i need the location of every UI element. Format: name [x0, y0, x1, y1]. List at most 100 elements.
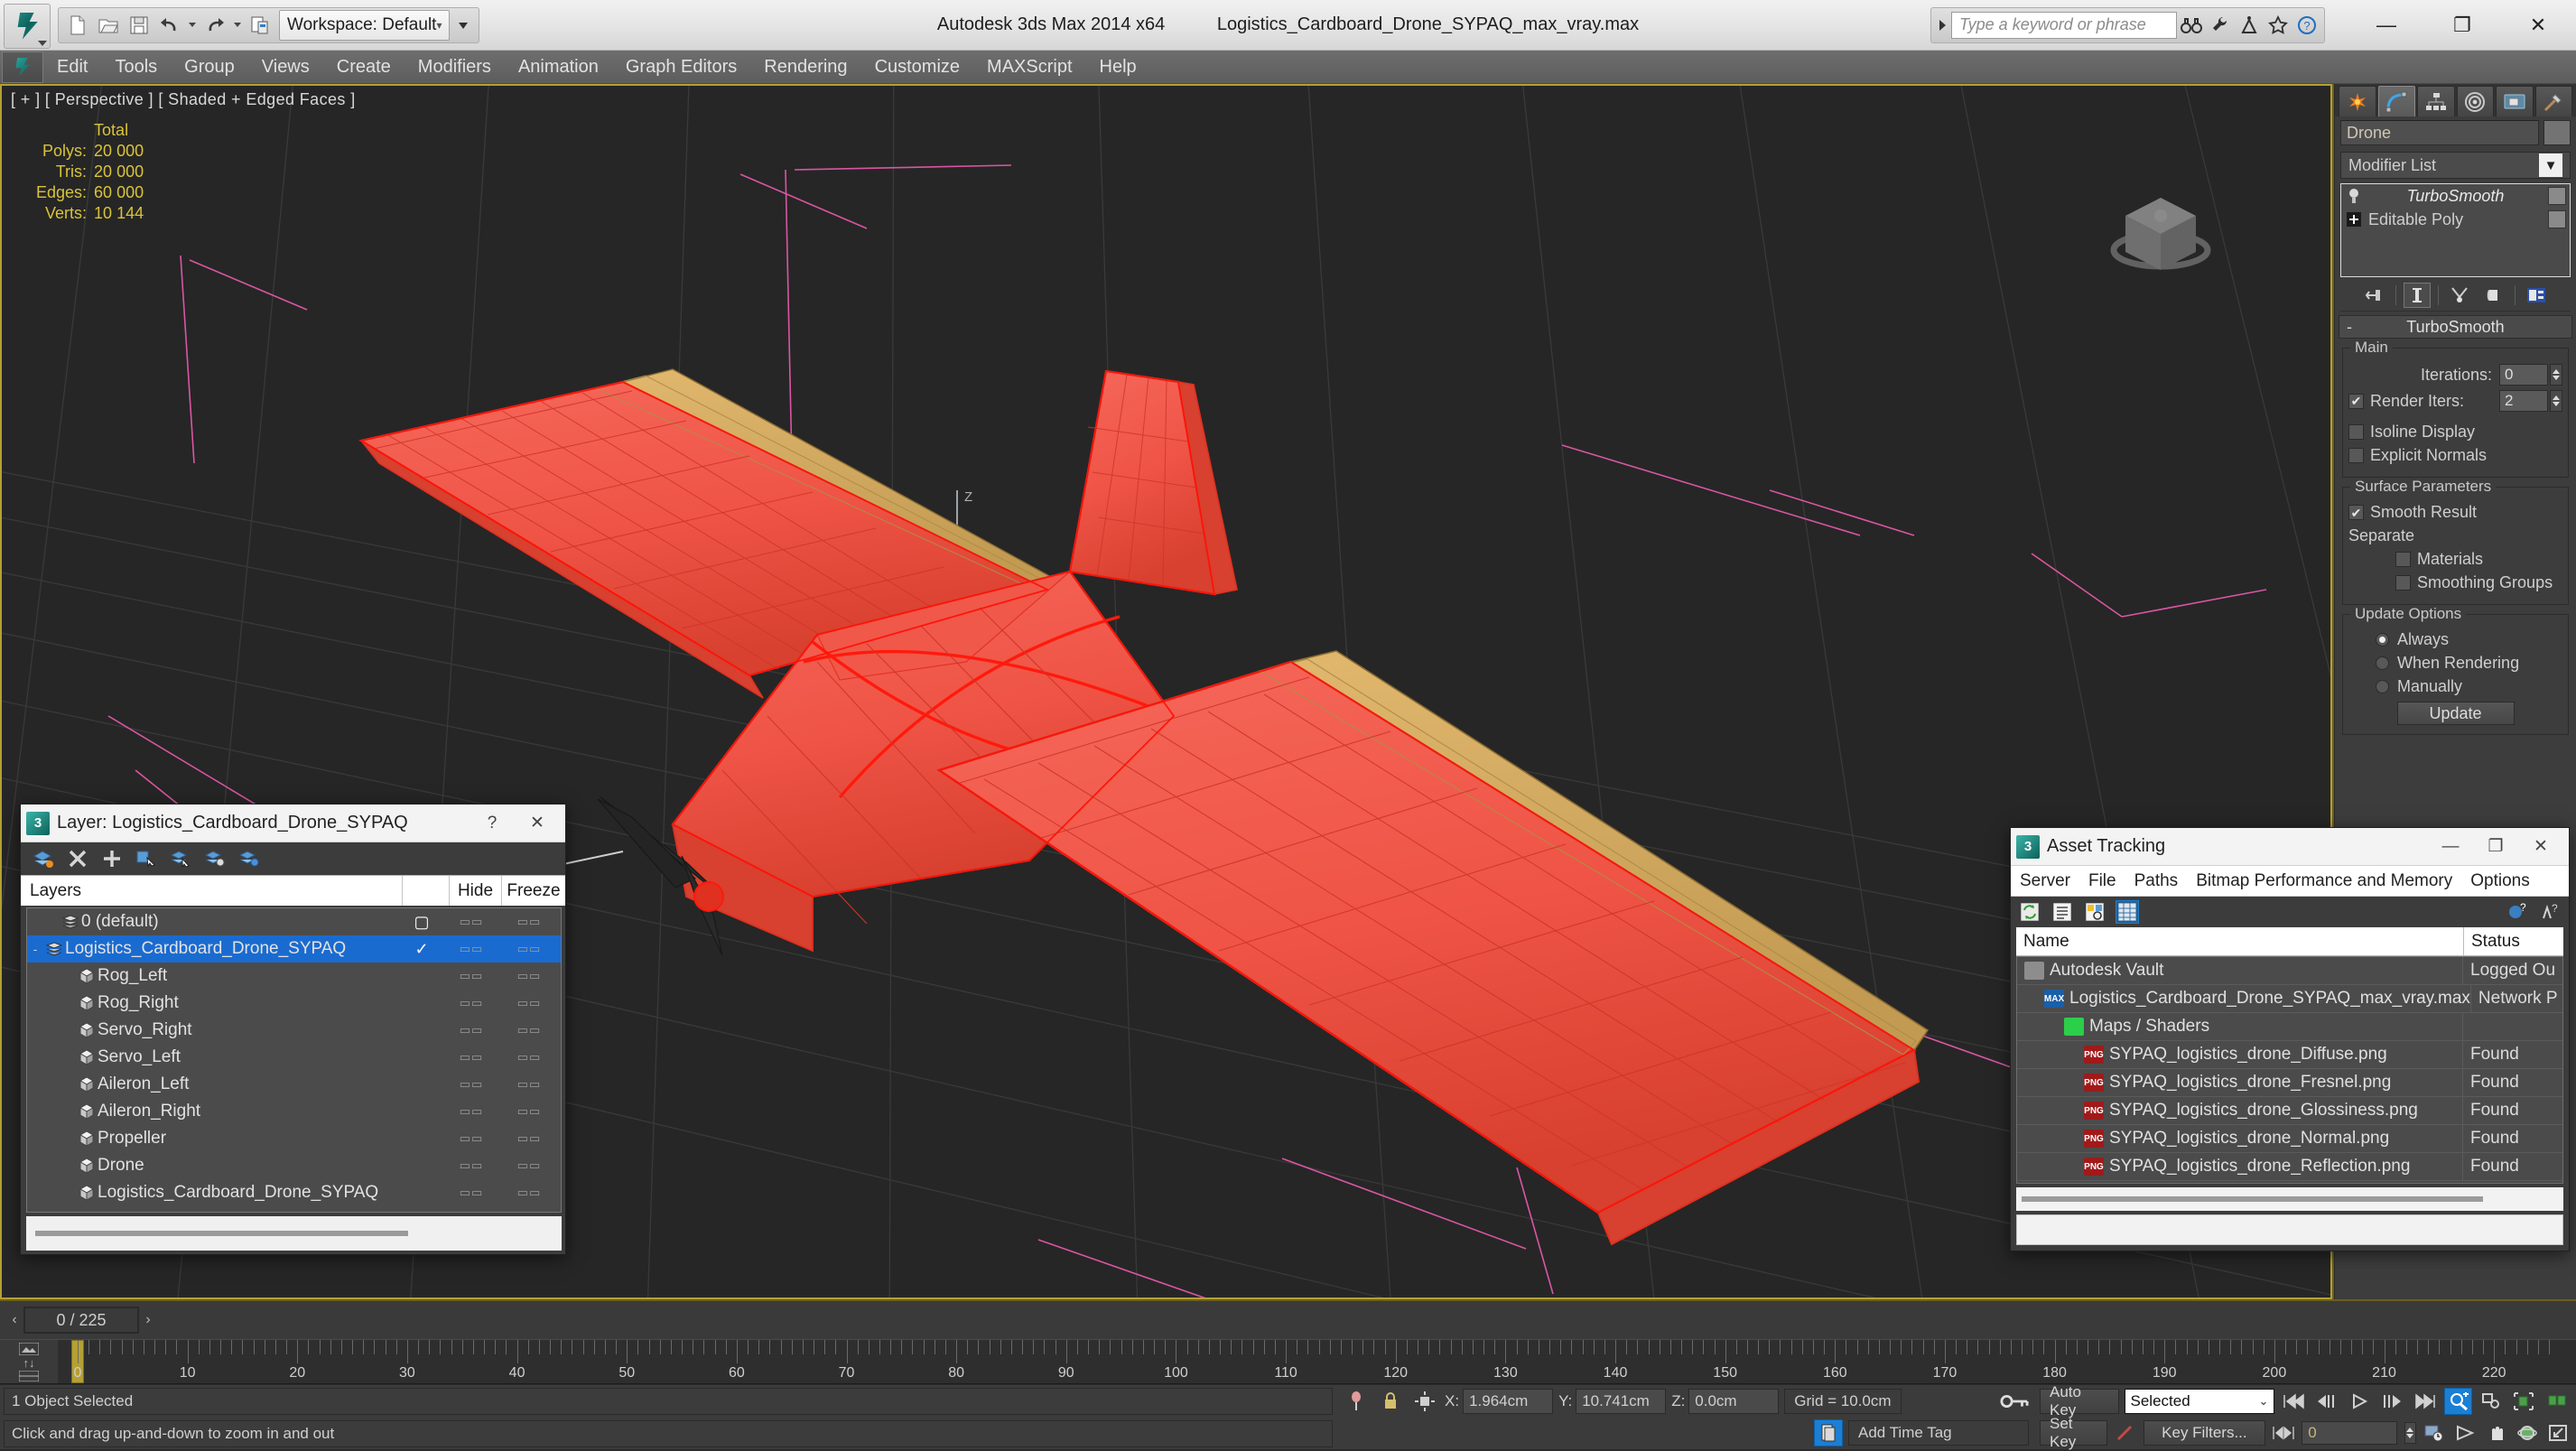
layer-row[interactable]: Rog_Right ▭▭ ▭▭ — [27, 990, 561, 1017]
make-unique-icon[interactable] — [2446, 283, 2473, 308]
asset-menu-bitmap-performance[interactable]: Bitmap Performance and Memory — [2187, 871, 2461, 891]
maximize-viewport-icon[interactable] — [2545, 1419, 2571, 1446]
next-frame-arrow[interactable]: › — [139, 1307, 157, 1334]
layer-row[interactable]: Servo_Left ▭▭ ▭▭ — [27, 1044, 561, 1071]
go-to-end-icon[interactable] — [2412, 1388, 2439, 1415]
play-icon[interactable] — [2346, 1388, 2373, 1415]
layer-list[interactable]: 0 (default) ▢ ▭▭ ▭▭ - Logistics_Cardboard_Dro… — [26, 907, 562, 1213]
layer-row[interactable]: Rog_Left ▭▭ ▭▭ — [27, 963, 561, 990]
freeze-cell[interactable]: ▭▭ — [498, 1131, 561, 1146]
zoom-extents-icon[interactable] — [2510, 1388, 2537, 1415]
layer-dialog-titlebar[interactable]: 3 Layer: Logistics_Cardboard_Drone_SYPAQ… — [21, 805, 565, 842]
hide-cell[interactable]: ▭▭ — [445, 1158, 498, 1173]
hide-toggle-box[interactable]: ▢ — [398, 913, 445, 932]
expand-left-icon[interactable] — [1939, 19, 1946, 31]
key-mode-selector[interactable]: Selected ⌄ — [2124, 1388, 2275, 1414]
menu-app-logo[interactable] — [2, 51, 43, 83]
menu-item-edit[interactable]: Edit — [43, 51, 101, 83]
freeze-cell[interactable]: ▭▭ — [498, 942, 561, 956]
help-icon[interactable]: ? — [2292, 11, 2321, 40]
when-rendering-radio[interactable] — [2376, 656, 2389, 670]
pin-stack-icon[interactable] — [2361, 283, 2388, 308]
smooth-result-checkbox[interactable] — [2348, 505, 2364, 520]
asset-row[interactable]: PNG SYPAQ_logistics_drone_Normal.png Found — [2017, 1125, 2562, 1153]
list-view-icon[interactable] — [2051, 900, 2074, 924]
update-option-manually[interactable]: Manually — [2348, 677, 2562, 696]
minimize-button[interactable]: — — [2348, 1, 2424, 50]
asset-minimize-button[interactable]: — — [2428, 829, 2473, 865]
save-file-icon[interactable] — [124, 10, 154, 41]
asset-row[interactable]: MAX Logistics_Cardboard_Drone_SYPAQ_max_v… — [2017, 985, 2562, 1013]
create-tab[interactable] — [2339, 86, 2376, 116]
key-mode-icon[interactable] — [2000, 1388, 2029, 1415]
manually-radio[interactable] — [2376, 680, 2389, 693]
hide-cell[interactable]: ▭▭ — [445, 1023, 498, 1037]
layer-help-button[interactable]: ? — [470, 805, 515, 842]
asset-row[interactable]: PNG SYPAQ_logistics_drone_Diffuse.png Foun… — [2017, 1041, 2562, 1069]
create-new-layer-icon[interactable] — [32, 847, 55, 870]
layer-row[interactable]: - Logistics_Cardboard_Drone_SYPAQ ✓ ▭▭ ▭▭ — [27, 935, 561, 963]
hide-cell[interactable]: ▭▭ — [445, 942, 498, 956]
asset-row[interactable]: PNG SYPAQ_logistics_drone_Glossiness.png F… — [2017, 1097, 2562, 1125]
asset-menu-file[interactable]: File — [2079, 871, 2125, 891]
menu-item-tools[interactable]: Tools — [101, 51, 171, 83]
time-slider-handle[interactable]: 0 / 225 — [23, 1307, 139, 1334]
menu-item-maxscript[interactable]: MAXScript — [973, 51, 1085, 83]
layer-row[interactable]: Logistics_Cardboard_Drone_SYPAQ ▭▭ ▭▭ — [27, 1179, 561, 1206]
utilities-tab[interactable] — [2534, 86, 2572, 116]
materials-checkbox[interactable] — [2395, 552, 2411, 567]
view-cube[interactable] — [2102, 183, 2219, 292]
expand-plus-icon[interactable] — [2345, 210, 2363, 228]
select-objects-in-layer-icon[interactable] — [135, 847, 158, 870]
menu-item-views[interactable]: Views — [248, 51, 323, 83]
time-configuration-icon[interactable] — [2422, 1419, 2447, 1446]
open-file-icon[interactable] — [93, 10, 124, 41]
freeze-cell[interactable]: ▭▭ — [498, 1104, 561, 1119]
timeline-ruler[interactable]: 0 10 20 30 40 50 60 70 80 90 100 110 120 130 140 150 160… — [58, 1340, 2576, 1383]
refresh-icon[interactable] — [2018, 900, 2041, 924]
viewport-label[interactable]: [ + ] [ Perspective ] [ Shaded + Edged F… — [11, 90, 356, 109]
hide-cell[interactable]: ▭▭ — [445, 915, 498, 929]
freeze-cell[interactable]: ▭▭ — [498, 996, 561, 1010]
update-option-when-rendering[interactable]: When Rendering — [2348, 654, 2562, 673]
auto-key-button[interactable]: Auto Key — [2040, 1383, 2119, 1418]
asset-row[interactable]: Autodesk Vault Logged Ou — [2017, 957, 2562, 985]
asset-tracking-dialog[interactable]: 3 Asset Tracking — ❐ ✕ Server File Paths… — [2010, 827, 2570, 1251]
key-navigation-icon[interactable] — [2271, 1419, 2296, 1446]
set-key-button[interactable]: Set Key — [2040, 1415, 2107, 1450]
menu-item-group[interactable]: Group — [171, 51, 248, 83]
binoculars-icon[interactable] — [2177, 11, 2206, 40]
smooth-result-row[interactable]: Smooth Result — [2348, 503, 2562, 522]
layer-row[interactable]: 0 (default) ▢ ▭▭ ▭▭ — [27, 908, 561, 935]
detail-view-icon[interactable] — [2083, 900, 2106, 924]
explicit-normals-row[interactable]: Explicit Normals — [2348, 446, 2562, 465]
prev-frame-arrow[interactable]: ‹ — [5, 1307, 23, 1334]
modifier-enable-checkbox[interactable] — [2548, 187, 2566, 205]
asset-list[interactable]: Autodesk Vault Logged Ou MAX Logistics_Card… — [2016, 956, 2563, 1184]
pan-icon[interactable] — [2483, 1419, 2508, 1446]
search-input[interactable]: Type a keyword or phrase — [1951, 11, 2177, 39]
freeze-cell[interactable]: ▭▭ — [498, 1158, 561, 1173]
hide-cell[interactable]: ▭▭ — [445, 969, 498, 983]
menu-item-animation[interactable]: Animation — [505, 51, 612, 83]
object-color-swatch[interactable] — [2543, 120, 2571, 145]
menu-item-rendering[interactable]: Rendering — [750, 51, 860, 83]
freeze-cell[interactable]: ▭▭ — [498, 915, 561, 929]
materials-row[interactable]: Materials — [2348, 550, 2562, 569]
modifier-stack-item-turbosmooth[interactable]: TurboSmooth — [2341, 184, 2570, 208]
delete-layer-icon[interactable] — [66, 847, 89, 870]
layer-row[interactable]: Aileron_Left ▭▭ ▭▭ — [27, 1071, 561, 1098]
layer-close-button[interactable]: ✕ — [515, 805, 560, 842]
query-help-icon[interactable]: ? — [2538, 900, 2562, 924]
add-time-tag-button[interactable]: Add Time Tag — [1848, 1420, 2029, 1446]
expand-toggle[interactable]: - — [27, 943, 43, 956]
maximize-button[interactable]: ❐ — [2424, 1, 2500, 50]
project-folder-icon[interactable] — [245, 10, 275, 41]
asset-maximize-button[interactable]: ❐ — [2473, 829, 2518, 865]
add-layer-icon[interactable] — [100, 847, 124, 870]
new-file-icon[interactable] — [62, 10, 93, 41]
close-button[interactable]: ✕ — [2500, 1, 2576, 50]
iterations-field[interactable]: 0 — [2499, 364, 2548, 386]
undo-icon[interactable] — [154, 10, 185, 41]
asset-dialog-titlebar[interactable]: 3 Asset Tracking — ❐ ✕ — [2011, 828, 2569, 866]
